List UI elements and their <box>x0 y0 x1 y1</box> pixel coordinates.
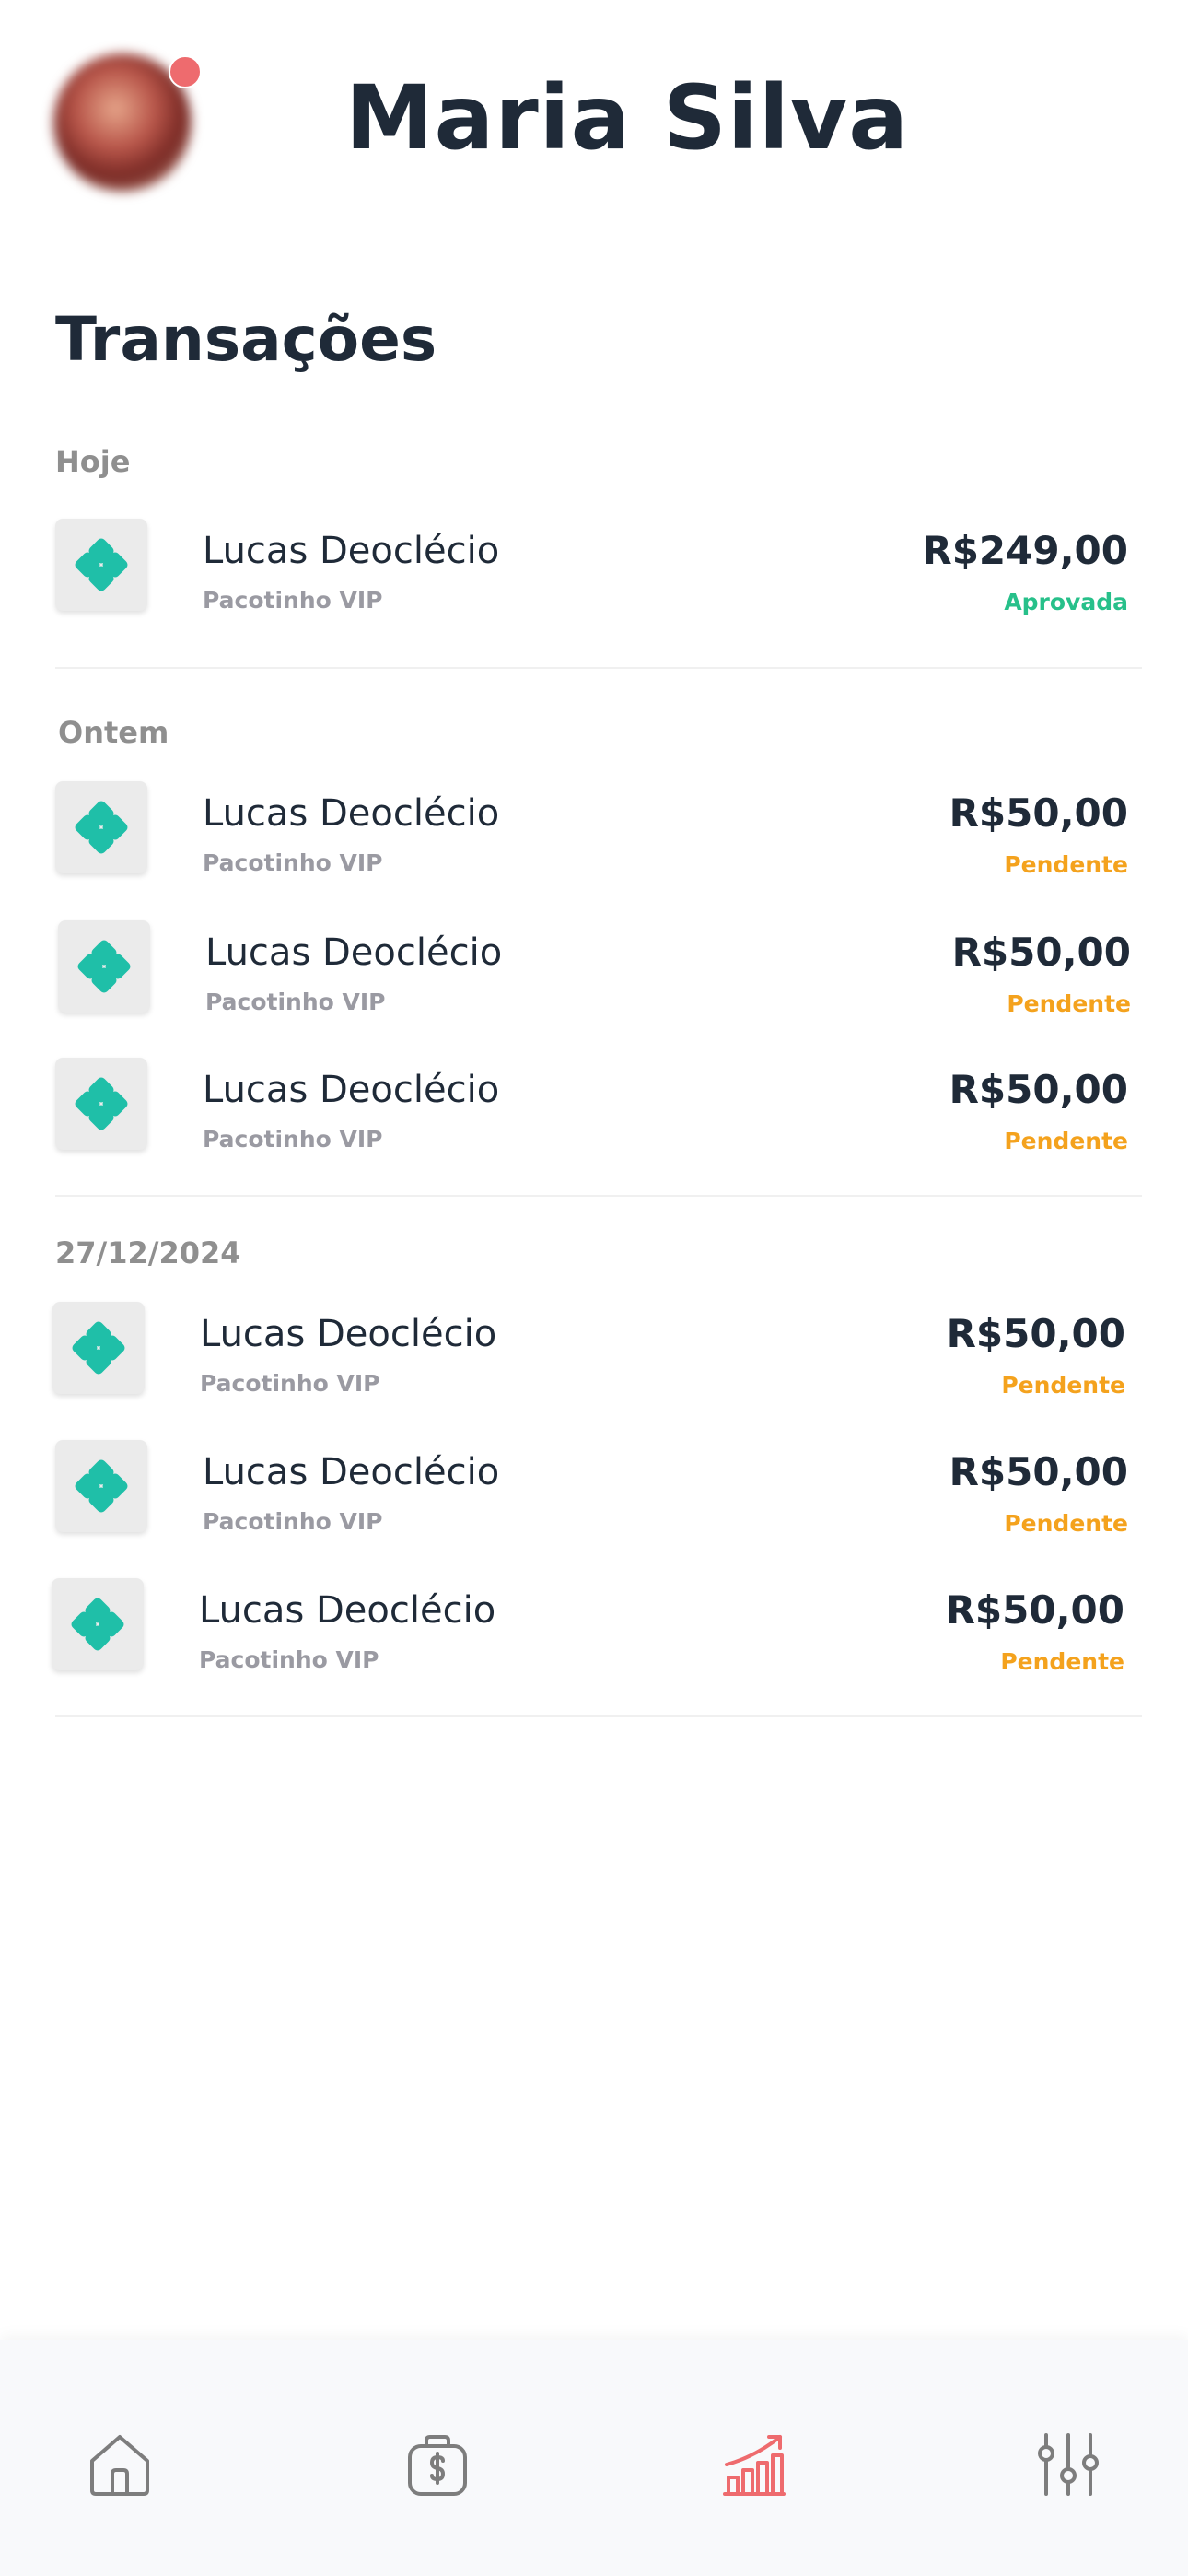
settings-sliders-icon <box>1038 2433 1099 2496</box>
profile-header: Maria Silva <box>0 0 1188 240</box>
pix-icon <box>58 920 150 1013</box>
nav-money-button[interactable] <box>401 2428 474 2501</box>
status-badge: Pendente <box>1007 990 1131 1017</box>
notification-dot <box>169 55 202 88</box>
transaction-amount: R$50,00 <box>949 1449 1128 1494</box>
page-title: Transações <box>55 304 437 375</box>
transaction-name: Lucas Deoclécio <box>203 1069 500 1111</box>
transaction-amount: R$50,00 <box>949 1067 1128 1112</box>
money-bag-icon <box>408 2435 467 2496</box>
pix-icon <box>55 781 147 873</box>
status-badge: Pendente <box>1001 1372 1125 1399</box>
chart-icon <box>723 2435 786 2496</box>
transaction-product: Pacotinho VIP <box>203 1508 383 1535</box>
transaction-name: Lucas Deoclécio <box>200 1313 497 1355</box>
status-badge: Pendente <box>1000 1648 1124 1675</box>
transaction-row[interactable]: Lucas Deoclécio Pacotinho VIP R$50,00 Pe… <box>52 1578 1124 1680</box>
pix-icon <box>52 1302 145 1394</box>
transaction-amount: R$249,00 <box>922 528 1128 573</box>
transaction-amount: R$50,00 <box>951 930 1131 975</box>
transaction-row[interactable]: Lucas Deoclécio Pacotinho VIP R$50,00 Pe… <box>55 1058 1128 1159</box>
status-badge: Pendente <box>1004 851 1128 878</box>
status-badge: Pendente <box>1004 1128 1128 1154</box>
transaction-row[interactable]: Lucas Deoclécio Pacotinho VIP R$50,00 Pe… <box>55 1440 1128 1541</box>
home-icon <box>90 2435 149 2496</box>
divider <box>55 1715 1142 1717</box>
transaction-name: Lucas Deoclécio <box>199 1589 496 1632</box>
bottom-nav <box>0 2340 1188 2576</box>
nav-home-button[interactable] <box>83 2428 157 2501</box>
transaction-row[interactable]: Lucas Deoclécio Pacotinho VIP R$50,00 Pe… <box>52 1302 1125 1403</box>
transaction-product: Pacotinho VIP <box>205 989 386 1015</box>
transaction-amount: R$50,00 <box>949 790 1128 836</box>
transaction-product: Pacotinho VIP <box>200 1370 380 1397</box>
transaction-name: Lucas Deoclécio <box>203 792 500 835</box>
transaction-row[interactable]: Lucas Deoclécio Pacotinho VIP R$50,00 Pe… <box>58 920 1131 1022</box>
transaction-product: Pacotinho VIP <box>203 849 383 876</box>
divider <box>55 1195 1142 1197</box>
transaction-name: Lucas Deoclécio <box>203 530 500 572</box>
user-name: Maria Silva <box>345 66 910 170</box>
nav-stats-button[interactable] <box>717 2428 791 2501</box>
section-label-today: Hoje <box>55 444 131 479</box>
transaction-name: Lucas Deoclécio <box>203 1451 500 1493</box>
pix-icon <box>55 519 147 611</box>
transaction-amount: R$50,00 <box>945 1587 1124 1633</box>
transaction-product: Pacotinho VIP <box>203 1126 383 1153</box>
transaction-amount: R$50,00 <box>946 1311 1125 1356</box>
transaction-product: Pacotinho VIP <box>199 1646 379 1673</box>
status-badge: Pendente <box>1004 1510 1128 1537</box>
transaction-row[interactable]: Lucas Deoclécio Pacotinho VIP R$50,00 Pe… <box>55 781 1128 883</box>
section-label-date: 27/12/2024 <box>55 1235 241 1270</box>
status-badge: Aprovada <box>1004 589 1128 615</box>
section-label-yesterday: Ontem <box>58 715 169 750</box>
pix-icon <box>55 1058 147 1150</box>
transaction-product: Pacotinho VIP <box>203 587 383 614</box>
pix-icon <box>52 1578 144 1670</box>
transaction-row[interactable]: Lucas Deoclécio Pacotinho VIP R$249,00 A… <box>55 519 1128 620</box>
pix-icon <box>55 1440 147 1532</box>
divider <box>55 667 1142 669</box>
nav-settings-button[interactable] <box>1031 2428 1105 2501</box>
transaction-name: Lucas Deoclécio <box>205 931 503 974</box>
